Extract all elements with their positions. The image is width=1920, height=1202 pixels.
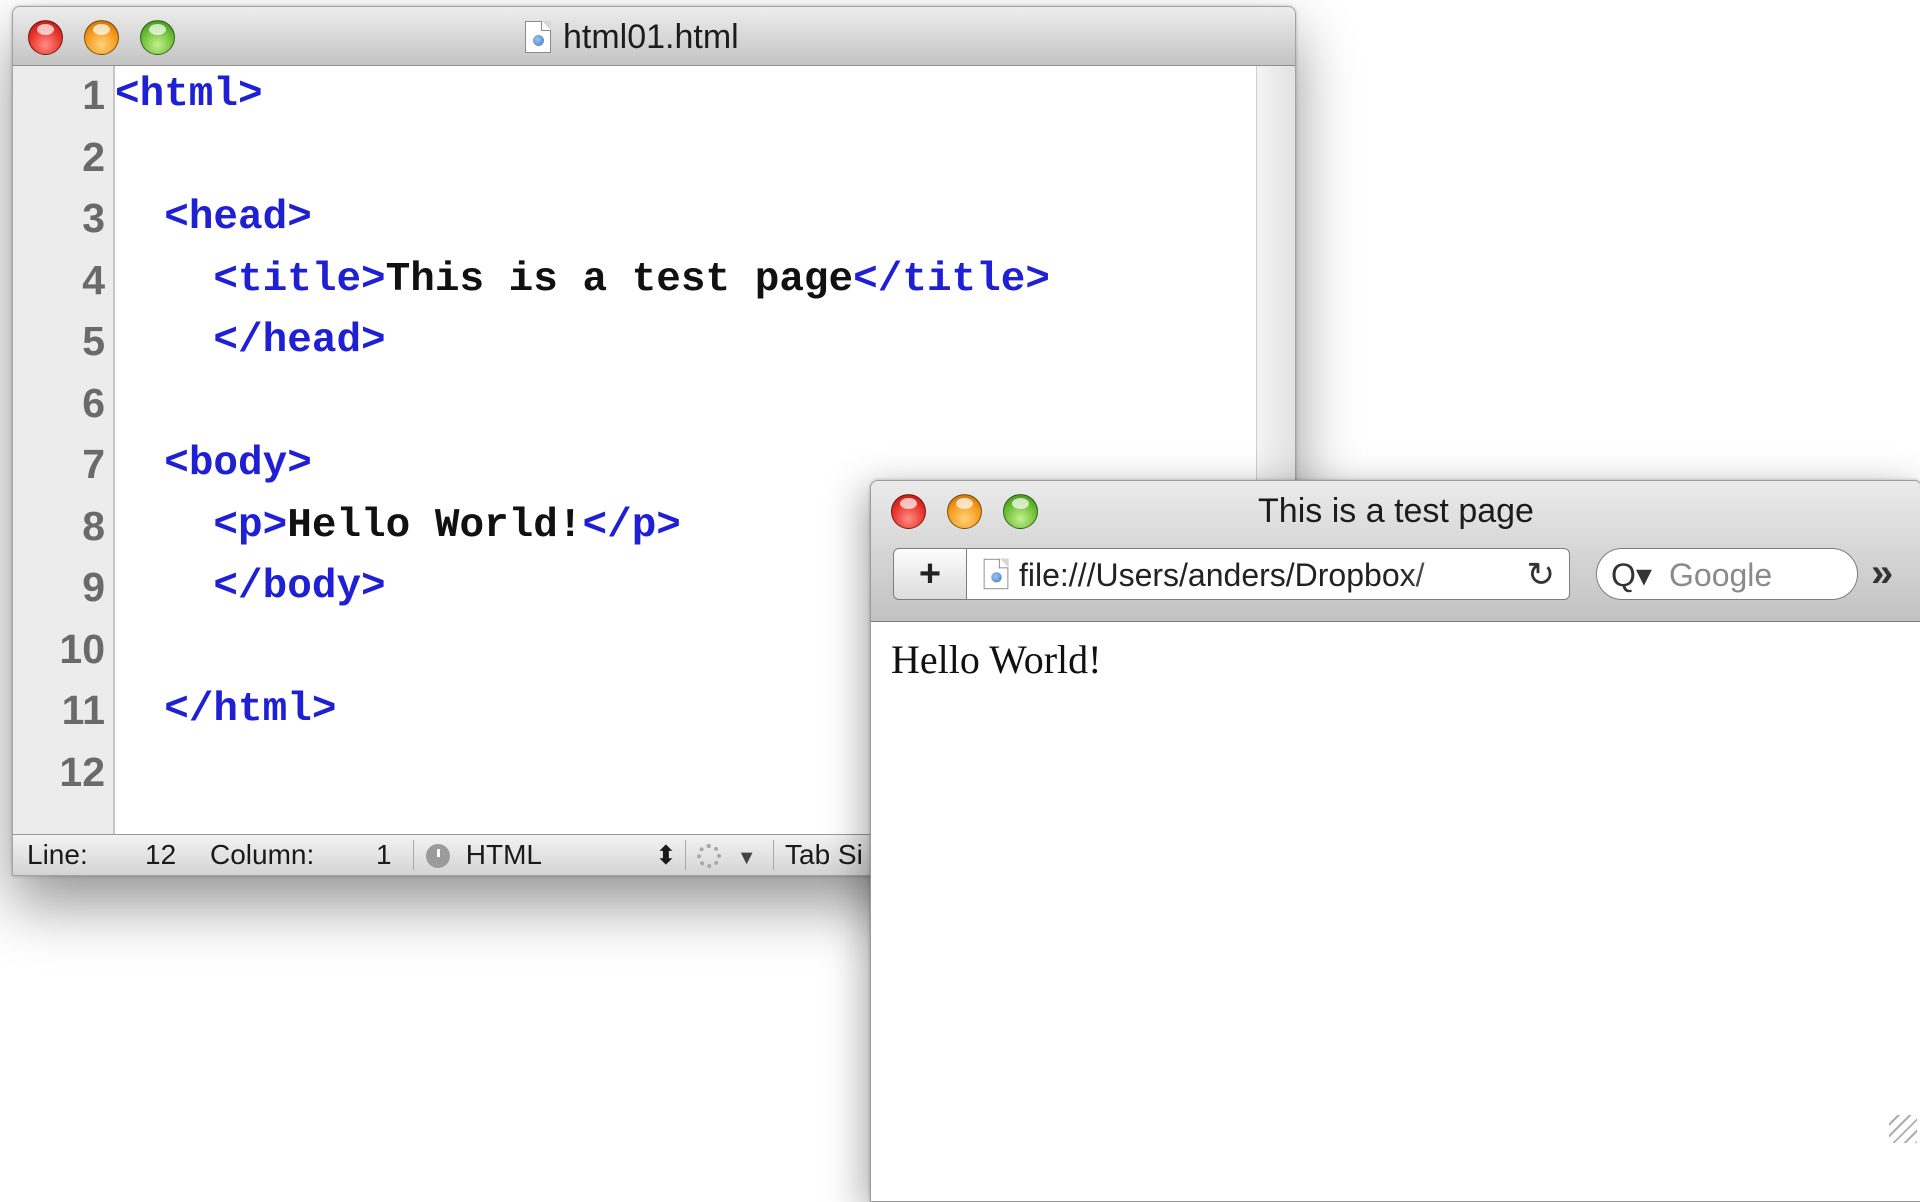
line-label: Line:	[27, 839, 88, 870]
gear-menu[interactable]: ▼	[697, 835, 757, 875]
url-text: file:///Users/anders/Dropbox/	[1019, 557, 1425, 593]
page-content: Hello World!	[871, 622, 1920, 1201]
search-field[interactable]: Q▾ Google	[1596, 548, 1858, 600]
line-number: 11	[61, 687, 105, 733]
tab-size-label[interactable]: Tab Si	[785, 835, 863, 875]
chevron-updown-icon[interactable]: ⬍	[655, 835, 677, 875]
line-number: 1	[82, 72, 105, 118]
line-number: 5	[82, 318, 105, 364]
browser-window: This is a test page + file:///Users/ande…	[870, 480, 1920, 1202]
code-line: </head>	[115, 316, 386, 366]
window-title: html01.html	[525, 7, 739, 65]
gear-icon	[697, 844, 721, 868]
code-tag: </head>	[213, 318, 386, 364]
code-tag: </html>	[164, 687, 337, 733]
page-paragraph: Hello World!	[891, 637, 1102, 682]
code-tag: <html>	[115, 72, 263, 118]
search-icon[interactable]: Q▾	[1611, 549, 1652, 601]
browser-title: This is a test page	[1258, 492, 1534, 530]
address-bar[interactable]: file:///Users/anders/Dropbox/ ↻	[967, 548, 1570, 600]
editor-titlebar[interactable]: html01.html	[13, 7, 1295, 66]
html-document-icon	[525, 21, 551, 53]
clock-icon	[426, 844, 450, 868]
page-icon	[983, 558, 1009, 590]
close-button[interactable]	[28, 20, 63, 55]
column-value: 1	[376, 839, 392, 870]
code-line: <p>Hello World!</p>	[115, 501, 681, 551]
resize-handle[interactable]	[1889, 1115, 1917, 1143]
code-tag: </p>	[582, 502, 681, 549]
toolbar-overflow-icon[interactable]: »	[1871, 547, 1893, 599]
code-tag: </title>	[853, 256, 1050, 303]
code-tag: </body>	[213, 564, 386, 610]
language-selector[interactable]: HTML	[426, 835, 542, 875]
line-number-gutter: 1 2 3 4 5 6 7 8 9 10 11 12	[13, 66, 115, 835]
line-number: 9	[82, 564, 105, 610]
minimize-button[interactable]	[84, 20, 119, 55]
search-placeholder: Google	[1669, 557, 1773, 593]
code-text: This is a test page	[385, 256, 854, 303]
code-line: <html>	[115, 70, 263, 120]
code-line: <body>	[115, 439, 312, 489]
code-line: <title>This is a test page</title>	[115, 255, 1050, 305]
zoom-button[interactable]	[140, 20, 175, 55]
dropdown-arrow-icon: ▼	[736, 847, 757, 869]
code-tag: <title>	[213, 256, 386, 303]
browser-toolbar[interactable]: This is a test page + file:///Users/ande…	[871, 481, 1920, 622]
line-number: 10	[59, 625, 105, 672]
code-line: <head>	[115, 193, 312, 243]
line-value: 12	[145, 839, 177, 870]
code-tag: <p>	[213, 502, 288, 549]
code-line: </body>	[115, 562, 386, 612]
code-tag: <body>	[164, 441, 312, 487]
column-label: Column:	[210, 839, 315, 870]
line-number: 8	[82, 502, 105, 549]
code-line: </html>	[115, 685, 336, 735]
line-number: 4	[82, 256, 105, 303]
line-number: 7	[82, 441, 105, 487]
line-number: 6	[82, 379, 105, 426]
code-tag: <head>	[164, 195, 312, 241]
add-bookmark-button[interactable]: +	[893, 548, 967, 600]
line-number: 2	[82, 133, 105, 180]
line-number: 12	[59, 748, 105, 795]
line-number: 3	[82, 195, 105, 241]
code-text: Hello World!	[287, 502, 583, 549]
reload-icon[interactable]: ↻	[1527, 549, 1556, 599]
